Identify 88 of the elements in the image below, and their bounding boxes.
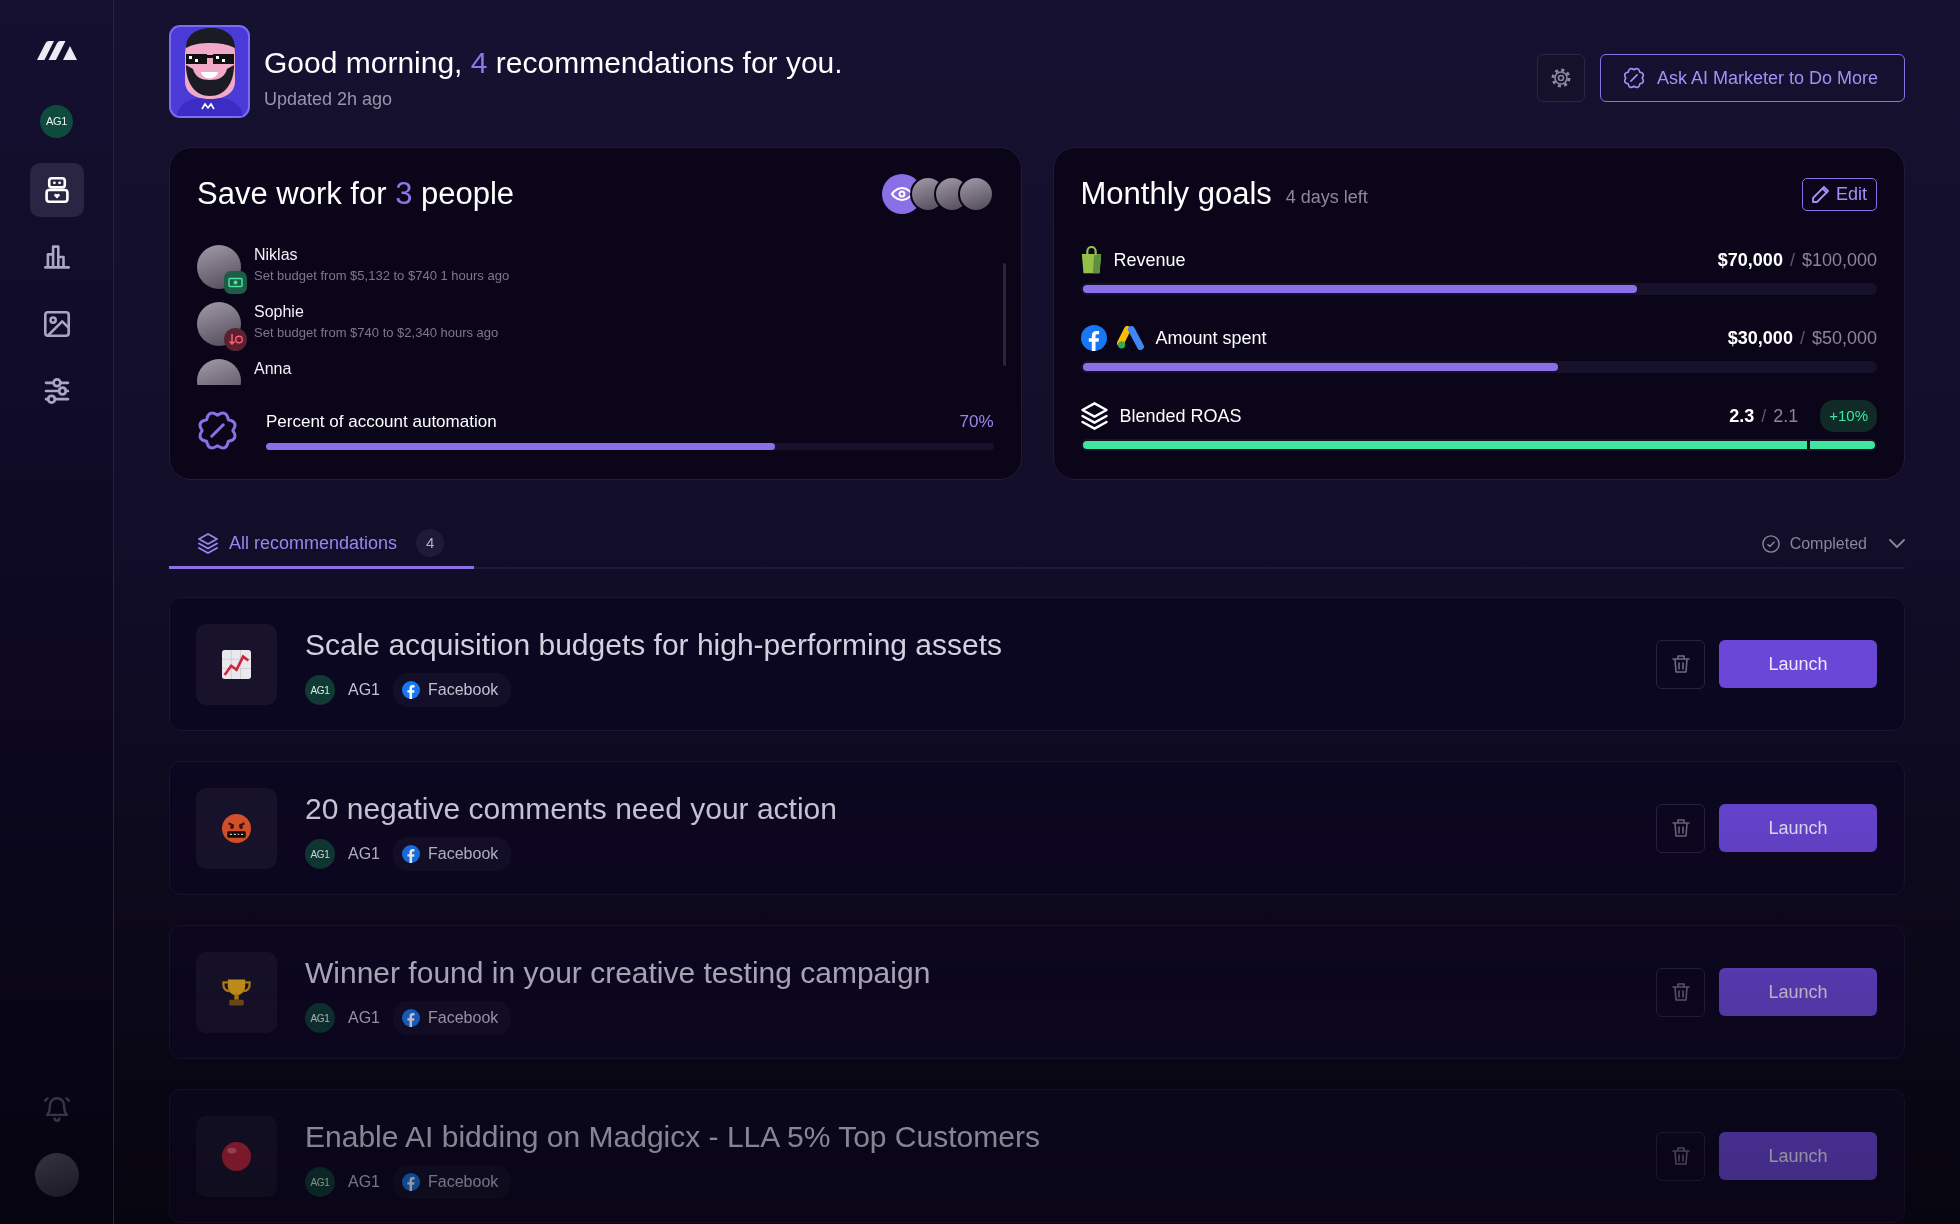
recommendation-card[interactable]: 20 negative comments need your action AG1 AG1 Facebook Launch [169, 761, 1905, 895]
ads-logo-icon [1116, 326, 1144, 350]
image-icon [43, 311, 70, 337]
goal-label: Amount spent [1155, 326, 1267, 350]
recommendation-title: 20 negative comments need your action [305, 791, 837, 827]
recommendation-title: Winner found in your creative testing campaign [305, 955, 931, 991]
recommendation-card[interactable]: Winner found in your creative testing campaign AG1 AG1 Facebook Launch [169, 925, 1905, 1059]
account-name: AG1 [348, 844, 380, 864]
launch-button[interactable]: Launch [1719, 968, 1877, 1016]
automation-label: Percent of account automation [266, 411, 497, 433]
trash-icon [1671, 983, 1690, 1001]
pencil-icon [1811, 185, 1829, 203]
platform-name: Facebook [428, 1172, 499, 1192]
recommendation-card[interactable]: Enable AI bidding on Madgicx - LLA 5% Top Customers AG1 AG1 Facebook Launch [169, 1089, 1905, 1223]
count-badge: 4 [416, 529, 445, 557]
goal-amount: 2.3 / 2.1 [1729, 404, 1799, 428]
account-avatar: AG1 [305, 675, 335, 705]
ask-ai-button[interactable]: Ask AI Marketer to Do More [1599, 54, 1905, 102]
person-name: Niklas [254, 245, 299, 265]
nav-item[interactable] [29, 163, 84, 217]
account-avatar: AG1 [305, 1003, 335, 1033]
facebook-icon [402, 845, 420, 863]
trash-icon [1671, 655, 1690, 673]
price-drop-icon [224, 328, 247, 351]
layers-icon [1080, 402, 1108, 430]
trash-icon [1671, 819, 1690, 837]
platform-name: Facebook [428, 1008, 499, 1028]
trophy-icon [196, 951, 277, 1033]
bar-chart-icon [43, 244, 70, 270]
robot-icon [43, 177, 70, 203]
recommendation-card[interactable]: Scale acquisition budgets for high-performing assets AG1 AG1 Facebook Launch [169, 597, 1905, 731]
avatar-photo-placeholder[interactable] [34, 1153, 79, 1197]
shopping-bag-icon [1080, 246, 1102, 274]
goal-amount: $70,000 / $100,000 [1717, 248, 1877, 272]
seal-icon [197, 410, 238, 451]
facebook-icon [1080, 325, 1107, 351]
change-badge: +10% [1820, 399, 1877, 433]
recommendations-tab[interactable]: All recommendations 4 [169, 520, 475, 569]
greeting-title: Good morning, 4 recommendations for you. [264, 45, 843, 81]
person-name: Anna [254, 359, 292, 379]
account-avatar: AG1 [305, 839, 335, 869]
platform-name: Facebook [428, 844, 499, 864]
updated-time: Updated 2h ago [264, 88, 394, 110]
account-name: AG1 [348, 1008, 380, 1028]
goal-amount: $30,000 / $50,000 [1727, 326, 1877, 350]
facebook-icon [402, 1173, 420, 1191]
edit-button[interactable]: Edit [1801, 177, 1877, 211]
avatar-photo-placeholder [957, 176, 994, 212]
bell-icon [43, 1097, 70, 1122]
settings-button[interactable] [1536, 54, 1585, 102]
panel-title: Monthly goals [1080, 175, 1272, 213]
account-name: AG1 [348, 680, 380, 700]
account-avatar: AG1 [305, 1167, 335, 1197]
seal-icon [1622, 67, 1645, 89]
account-name: AG1 [348, 1172, 380, 1192]
trash-icon [1671, 1147, 1690, 1165]
check-circle-icon [1761, 534, 1780, 553]
delete-button[interactable] [1656, 803, 1705, 853]
facebook-icon [402, 681, 420, 699]
automation-percent: 70% [959, 411, 994, 433]
delete-button[interactable] [1656, 1131, 1705, 1181]
sliders-icon [43, 378, 70, 404]
target-marker [1806, 440, 1810, 450]
layers-icon [198, 532, 218, 554]
goal-label: Blended ROAS [1119, 404, 1242, 428]
chart-icon [196, 623, 277, 705]
recommendation-title: Scale acquisition budgets for high-performing assets [305, 627, 1003, 663]
chevron-down-icon [1889, 539, 1905, 548]
delete-button[interactable] [1656, 639, 1705, 689]
person-name: Sophie [254, 302, 305, 322]
launch-button[interactable]: Launch [1719, 640, 1877, 688]
banknote-icon [224, 271, 247, 294]
panel-title: Save work for 3 people [197, 175, 515, 213]
activity-detail: Set budget from $740 to $2,340 hours ago [254, 324, 499, 342]
settings-icon [1550, 68, 1571, 88]
platform-name: Facebook [428, 680, 499, 700]
goal-label: Revenue [1113, 248, 1186, 272]
logo-icon [36, 41, 77, 60]
recommendation-title: Enable AI bidding on Madgicx - LLA 5% Top Customers [305, 1119, 1040, 1155]
angry-face-icon [196, 787, 277, 869]
delete-button[interactable] [1656, 967, 1705, 1017]
scrollbar[interactable] [1002, 263, 1006, 366]
facebook-icon [402, 1009, 420, 1027]
launch-button[interactable]: Launch [1719, 804, 1877, 852]
completed-filter[interactable]: Completed [1761, 520, 1905, 567]
days-left: 4 days left [1285, 185, 1368, 209]
activity-detail: Set budget from $5,132 to $740 1 hours ago [254, 267, 510, 285]
account-avatar[interactable]: AG1 [40, 105, 73, 138]
